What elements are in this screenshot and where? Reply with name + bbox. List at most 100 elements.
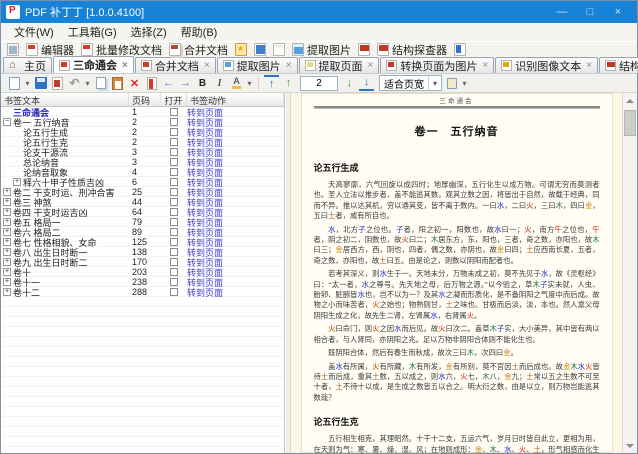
toolbar-button-合并文档[interactable]: 合并文档: [167, 42, 230, 57]
goto-page-link[interactable]: 转到页面: [187, 286, 284, 299]
open-checkbox[interactable]: [170, 288, 178, 296]
maximize-button[interactable]: □: [576, 3, 604, 21]
open-checkbox[interactable]: [170, 118, 178, 126]
undo-dropdown[interactable]: ▾: [84, 79, 91, 88]
font-color-button[interactable]: A: [229, 75, 244, 91]
close-button[interactable]: ×: [604, 3, 632, 21]
scrollbar-track[interactable]: [623, 108, 637, 438]
shift-left-button[interactable]: ←: [161, 75, 176, 91]
bookmark-page: 25: [132, 187, 143, 197]
menu-item-2[interactable]: 选择(Z): [124, 23, 174, 41]
tab-close-icon[interactable]: ×: [286, 60, 292, 71]
open-checkbox[interactable]: [170, 208, 178, 216]
scroll-up-button[interactable]: [623, 93, 637, 108]
tab-识别图像文本[interactable]: 识别图像文本 ×: [495, 57, 599, 73]
new-document-dropdown[interactable]: ▾: [24, 79, 31, 88]
open-checkbox[interactable]: [170, 268, 178, 276]
bold-button[interactable]: B: [195, 75, 210, 91]
tab-close-icon[interactable]: ×: [122, 60, 128, 71]
column-header-page[interactable]: 页码: [129, 93, 161, 106]
tab-document-icon: [59, 59, 70, 71]
app-icon: [6, 5, 20, 19]
open-checkbox[interactable]: [170, 168, 178, 176]
column-header-open[interactable]: 打开: [161, 93, 187, 106]
zoom-select[interactable]: 适合页宽 ▾: [379, 75, 442, 91]
open-checkbox[interactable]: [170, 158, 178, 166]
toolbar-button-doc-white[interactable]: [271, 42, 287, 57]
tab-close-icon[interactable]: ×: [368, 60, 374, 71]
menu-item-1[interactable]: 工具箱(G): [61, 23, 124, 41]
tab-转换页面为图片[interactable]: 转换页面为图片 ×: [380, 57, 495, 73]
open-checkbox[interactable]: [170, 128, 178, 136]
toolbar-button-批量修改文档[interactable]: 批量修改文档: [79, 42, 164, 57]
shift-right-button[interactable]: →: [178, 75, 193, 91]
move-bottom-button[interactable]: ↓: [359, 75, 374, 91]
open-checkbox[interactable]: [170, 278, 178, 286]
open-checkbox[interactable]: [170, 248, 178, 256]
open-checkbox[interactable]: [170, 228, 178, 236]
move-up-button[interactable]: ↑: [281, 75, 296, 91]
toolbar-button-star-yellow[interactable]: [233, 42, 249, 57]
move-down-button[interactable]: ↓: [342, 75, 357, 91]
open-checkbox[interactable]: [170, 238, 178, 246]
column-header-bookmark-text[interactable]: 书签文本: [1, 93, 129, 106]
vertical-scrollbar[interactable]: [622, 93, 637, 453]
expand-icon[interactable]: +: [3, 288, 11, 296]
open-checkbox[interactable]: [170, 218, 178, 226]
open-checkbox[interactable]: [170, 138, 178, 146]
export-bookmark-button[interactable]: [50, 75, 65, 91]
title-bar[interactable]: PDF 补丁丁 [1.0.0.4100] — □ ×: [1, 1, 637, 23]
bookmark-row[interactable]: + 卷十二 288 转到页面: [1, 286, 284, 299]
tab-提取图片[interactable]: 提取图片 ×: [216, 57, 298, 73]
paste-button[interactable]: [110, 75, 125, 91]
main-area: 书签文本 页码 打开 书签动作 · 三命通会 1 转到页面 − 卷一 五行纳音 2 转到页面 ·…: [1, 93, 637, 453]
menu-item-3[interactable]: 帮助(B): [174, 23, 225, 41]
tab-结构探查器[interactable]: 结构探查器×: [599, 57, 638, 73]
open-checkbox[interactable]: [170, 148, 178, 156]
open-checkbox[interactable]: [170, 188, 178, 196]
undo-button[interactable]: ↶: [67, 75, 82, 91]
tab-document-icon: [386, 60, 398, 71]
layout-dropdown[interactable]: ▾: [461, 79, 468, 88]
toolbar-button-结构探查器[interactable]: 结构探查器: [375, 42, 449, 57]
minimize-button[interactable]: —: [548, 3, 576, 21]
toolbar-button-pdf-red2[interactable]: [356, 42, 372, 57]
bookmark-label[interactable]: 卷十二: [13, 286, 40, 299]
tab-三命通会[interactable]: 三命通会 ×: [53, 56, 134, 73]
column-header-action[interactable]: 书签动作: [187, 93, 284, 106]
copy-button[interactable]: [93, 75, 108, 91]
tab-主页[interactable]: ⌂ 主页: [3, 57, 52, 73]
toolbar-button-doc-export[interactable]: [452, 42, 468, 57]
scrollbar-thumb[interactable]: [624, 110, 636, 136]
page-number-input[interactable]: [300, 75, 338, 91]
bookmark-page: 64: [132, 207, 143, 217]
open-checkbox[interactable]: [170, 108, 178, 116]
tab-close-icon[interactable]: ×: [586, 60, 592, 71]
move-top-button[interactable]: ↑: [264, 75, 279, 91]
toolbar-button-doc-blue[interactable]: [252, 42, 268, 57]
delete-button[interactable]: ✕: [127, 75, 142, 91]
tab-close-icon[interactable]: ×: [482, 60, 488, 71]
toolbar-button-编辑器[interactable]: 编辑器: [24, 42, 76, 57]
italic-button[interactable]: I: [212, 75, 227, 91]
open-checkbox[interactable]: [170, 198, 178, 206]
toolbar-button-提取图片[interactable]: 提取图片: [290, 42, 353, 57]
zoom-dropdown-icon[interactable]: ▾: [428, 76, 441, 90]
pdf-canvas[interactable]: 三命通会 卷一 五行纳音 论五行生成 天高寥廓，六气回旋以成四时；地厚幽深，五行化…: [291, 93, 622, 453]
new-document-button[interactable]: [7, 75, 22, 91]
layout-button[interactable]: [444, 75, 459, 91]
font-color-dropdown[interactable]: ▾: [246, 79, 253, 88]
tab-合并文档[interactable]: 合并文档 ×: [134, 57, 216, 73]
pdf-preview-panel: 三命通会 卷一 五行纳音 论五行生成 天高寥廓，六气回旋以成四时；地厚幽深，五行化…: [291, 93, 637, 453]
tab-close-icon[interactable]: ×: [204, 60, 210, 71]
layout-icon: [446, 77, 457, 89]
insert-bookmark-button[interactable]: [144, 75, 159, 91]
open-checkbox[interactable]: [170, 258, 178, 266]
save-button[interactable]: [33, 75, 48, 91]
toolbar-button-grid[interactable]: [5, 42, 21, 57]
scroll-down-button[interactable]: [623, 438, 637, 453]
tab-提取页面[interactable]: 提取页面 ×: [298, 57, 380, 73]
paste-icon: [112, 76, 123, 90]
open-checkbox[interactable]: [170, 178, 178, 186]
menu-item-0[interactable]: 文件(W): [7, 23, 61, 41]
